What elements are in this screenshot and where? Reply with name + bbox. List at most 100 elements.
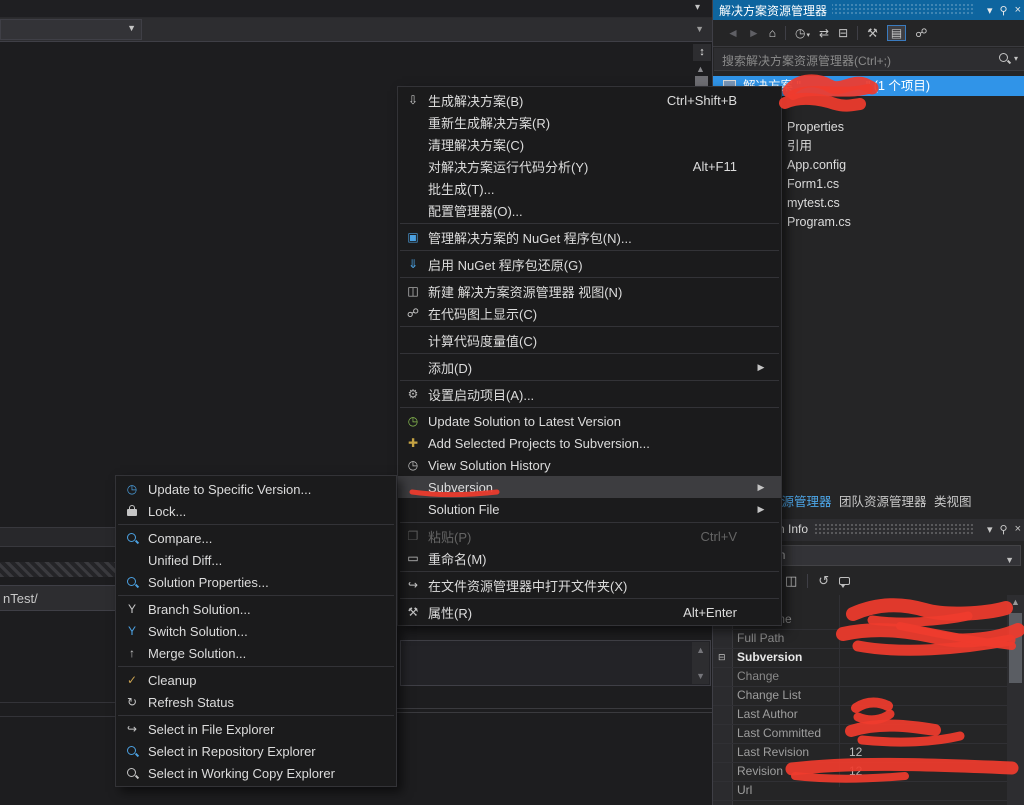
collapse-icon[interactable]: ⊟ [718, 651, 726, 663]
menu-item-8[interactable]: ◫新建 解决方案资源管理器 视图(N) [398, 280, 781, 302]
menu-item-19[interactable]: ▭重命名(M) [398, 547, 781, 569]
search-box[interactable]: 搜索解决方案资源管理器(Ctrl+;) ▾ [714, 48, 1024, 71]
close-icon[interactable]: × [1015, 523, 1021, 535]
properties-wrench-icon[interactable]: ⚒ [867, 27, 878, 39]
tree-item-app-config[interactable]: App.config [787, 156, 846, 175]
menu-separator [400, 250, 779, 251]
menu-item-10[interactable]: 计算代码度量值(C) [398, 329, 781, 351]
grid-row-last-committed[interactable]: Last Committed [713, 724, 1007, 744]
menu-item-12[interactable]: Select in Working Copy Explorer [116, 762, 396, 784]
grid-row-full-path[interactable]: Full Path [713, 629, 1007, 649]
toolbar-overflow-icon[interactable]: ▼ [695, 24, 704, 34]
pin-icon[interactable]: ⚲ [1000, 4, 1008, 17]
menu-item-3[interactable]: Unified Diff... [116, 549, 396, 571]
menu-separator [118, 666, 394, 667]
grid-scrollbar[interactable]: ▲ [1007, 595, 1024, 805]
menu-item-14[interactable]: ✚Add Selected Projects to Subversion... [398, 432, 781, 454]
show-all-files-icon[interactable]: ▤ [887, 25, 906, 41]
search-input[interactable]: 搜索解决方案资源管理器(Ctrl+;) [722, 52, 891, 69]
menu-item-2[interactable]: 清理解决方案(C) [398, 133, 781, 155]
tree-item-mytest-cs[interactable]: mytest.cs [787, 194, 840, 213]
solution-explorer-titlebar[interactable]: 解决方案资源管理器 ▾⚲× [713, 0, 1024, 20]
menu-item-8[interactable]: ✓Cleanup [116, 669, 396, 691]
tab-class-view[interactable]: 类视图 [934, 494, 972, 512]
new-view-icon: ◫ [398, 285, 428, 297]
close-icon[interactable]: × [1015, 4, 1021, 16]
menu-item-2[interactable]: Compare... [116, 527, 396, 549]
menu-item-7[interactable]: ↑Merge Solution... [116, 642, 396, 664]
menu-item-18[interactable]: ❐粘贴(P)Ctrl+V [398, 525, 781, 547]
back-icon[interactable]: ◄ [727, 27, 739, 39]
chevron-down-icon[interactable]: ▾ [987, 523, 993, 536]
tree-item--[interactable]: 引用 [787, 137, 812, 156]
menu-item-label: Subversion [428, 480, 493, 495]
search-icon[interactable] [998, 52, 1011, 65]
menu-item-1[interactable]: 重新生成解决方案(R) [398, 111, 781, 133]
refresh-icon[interactable]: ⇄ [819, 27, 829, 39]
menu-item-3[interactable]: 对解决方案运行代码分析(Y)Alt+F11 [398, 155, 781, 177]
menu-item-11[interactable]: Select in Repository Explorer [116, 740, 396, 762]
grid-row-revision[interactable]: Revision12 [713, 762, 1007, 782]
tab-team-explorer[interactable]: 团队资源管理器 [839, 494, 927, 512]
chevron-down-icon[interactable]: ▾ [695, 2, 700, 13]
switch-icon: Y [116, 625, 148, 637]
scroll-down-icon[interactable]: ▼ [696, 671, 705, 681]
menu-item-label: Select in File Explorer [148, 722, 274, 737]
menu-item-17[interactable]: Solution File▶ [398, 498, 781, 520]
scrollbar-thumb[interactable] [1009, 613, 1022, 683]
collapse-all-icon[interactable]: ⊟ [838, 27, 848, 39]
refresh-status-icon: ↻ [116, 696, 148, 708]
home-icon[interactable]: ⌂ [769, 27, 776, 39]
menu-separator [400, 522, 779, 523]
chevron-down-icon[interactable]: ▾ [987, 4, 993, 17]
submenu-arrow-icon: ▶ [741, 362, 781, 373]
menu-item-10[interactable]: ↪Select in File Explorer [116, 718, 396, 740]
menu-item-7[interactable]: ⇓启用 NuGet 程序包还原(G) [398, 253, 781, 275]
menu-item-11[interactable]: 添加(D)▶ [398, 356, 781, 378]
grid-row-change[interactable]: Change [713, 667, 1007, 687]
menu-item-6[interactable]: YSwitch Solution... [116, 620, 396, 642]
forward-icon[interactable]: ► [748, 27, 760, 39]
toolbar-separator [857, 26, 858, 40]
menu-item-6[interactable]: ▣管理解决方案的 NuGet 程序包(N)... [398, 226, 781, 248]
menu-item-15[interactable]: ◷View Solution History [398, 454, 781, 476]
grid-row-label: Last Committed [737, 724, 821, 742]
menu-separator [400, 407, 779, 408]
grid-row-last-revision[interactable]: Last Revision12 [713, 743, 1007, 763]
menu-item-4[interactable]: Solution Properties... [116, 571, 396, 593]
menu-item-label: 重新生成解决方案(R) [428, 113, 550, 132]
grid-row-label: Last Revision [737, 743, 809, 761]
menu-item-20[interactable]: ↪在文件资源管理器中打开文件夹(X) [398, 574, 781, 596]
tree-item-program-cs[interactable]: Program.cs [787, 213, 851, 232]
pending-changes-filter-icon[interactable]: ◷▾ [795, 27, 810, 39]
tree-item-properties[interactable]: Properties [787, 118, 844, 137]
scroll-up-icon[interactable]: ▲ [696, 645, 705, 655]
menu-item-5[interactable]: YBranch Solution... [116, 598, 396, 620]
sync-with-active-document-icon[interactable]: ☍ [915, 27, 927, 39]
scroll-up-icon[interactable]: ▲ [696, 64, 705, 74]
menu-item-0[interactable]: ◷Update to Specific Version... [116, 478, 396, 500]
grid-row-last-author[interactable]: Last Author [713, 705, 1007, 725]
menu-item-21[interactable]: ⚒属性(R)Alt+Enter [398, 601, 781, 623]
grid-row-change-list[interactable]: Change List [713, 686, 1007, 706]
chevron-down-icon[interactable]: ▾ [1014, 54, 1018, 63]
splitter-handle-icon[interactable]: ↕ [693, 44, 711, 61]
menu-item-16[interactable]: Subversion▶ [398, 476, 781, 498]
menu-item-13[interactable]: ◷Update Solution to Latest Version [398, 410, 781, 432]
scope-icon: ◫ [785, 573, 797, 589]
pin-icon[interactable]: ⚲ [1000, 523, 1008, 536]
grid-row-subversion[interactable]: ⊟Subversion [713, 648, 1007, 668]
menu-item-label: Select in Working Copy Explorer [148, 766, 335, 781]
menu-item-4[interactable]: 批生成(T)... [398, 177, 781, 199]
menu-item-9[interactable]: ↻Refresh Status [116, 691, 396, 713]
menu-item-5[interactable]: 配置管理器(O)... [398, 199, 781, 221]
menu-item-1[interactable]: Lock... [116, 500, 396, 522]
menu-item-12[interactable]: ⚙设置启动项目(A)... [398, 383, 781, 405]
divider [0, 716, 120, 717]
tree-item-form1-cs[interactable]: Form1.cs [787, 175, 839, 194]
menu-item-9[interactable]: ☍在代码图上显示(C) [398, 302, 781, 324]
grid-row-url[interactable]: Url [713, 781, 1007, 801]
scroll-up-icon[interactable]: ▲ [1011, 597, 1020, 607]
toolbar-combobox[interactable]: ▼ [0, 19, 142, 40]
menu-item-0[interactable]: ⇩生成解决方案(B)Ctrl+Shift+B [398, 89, 781, 111]
